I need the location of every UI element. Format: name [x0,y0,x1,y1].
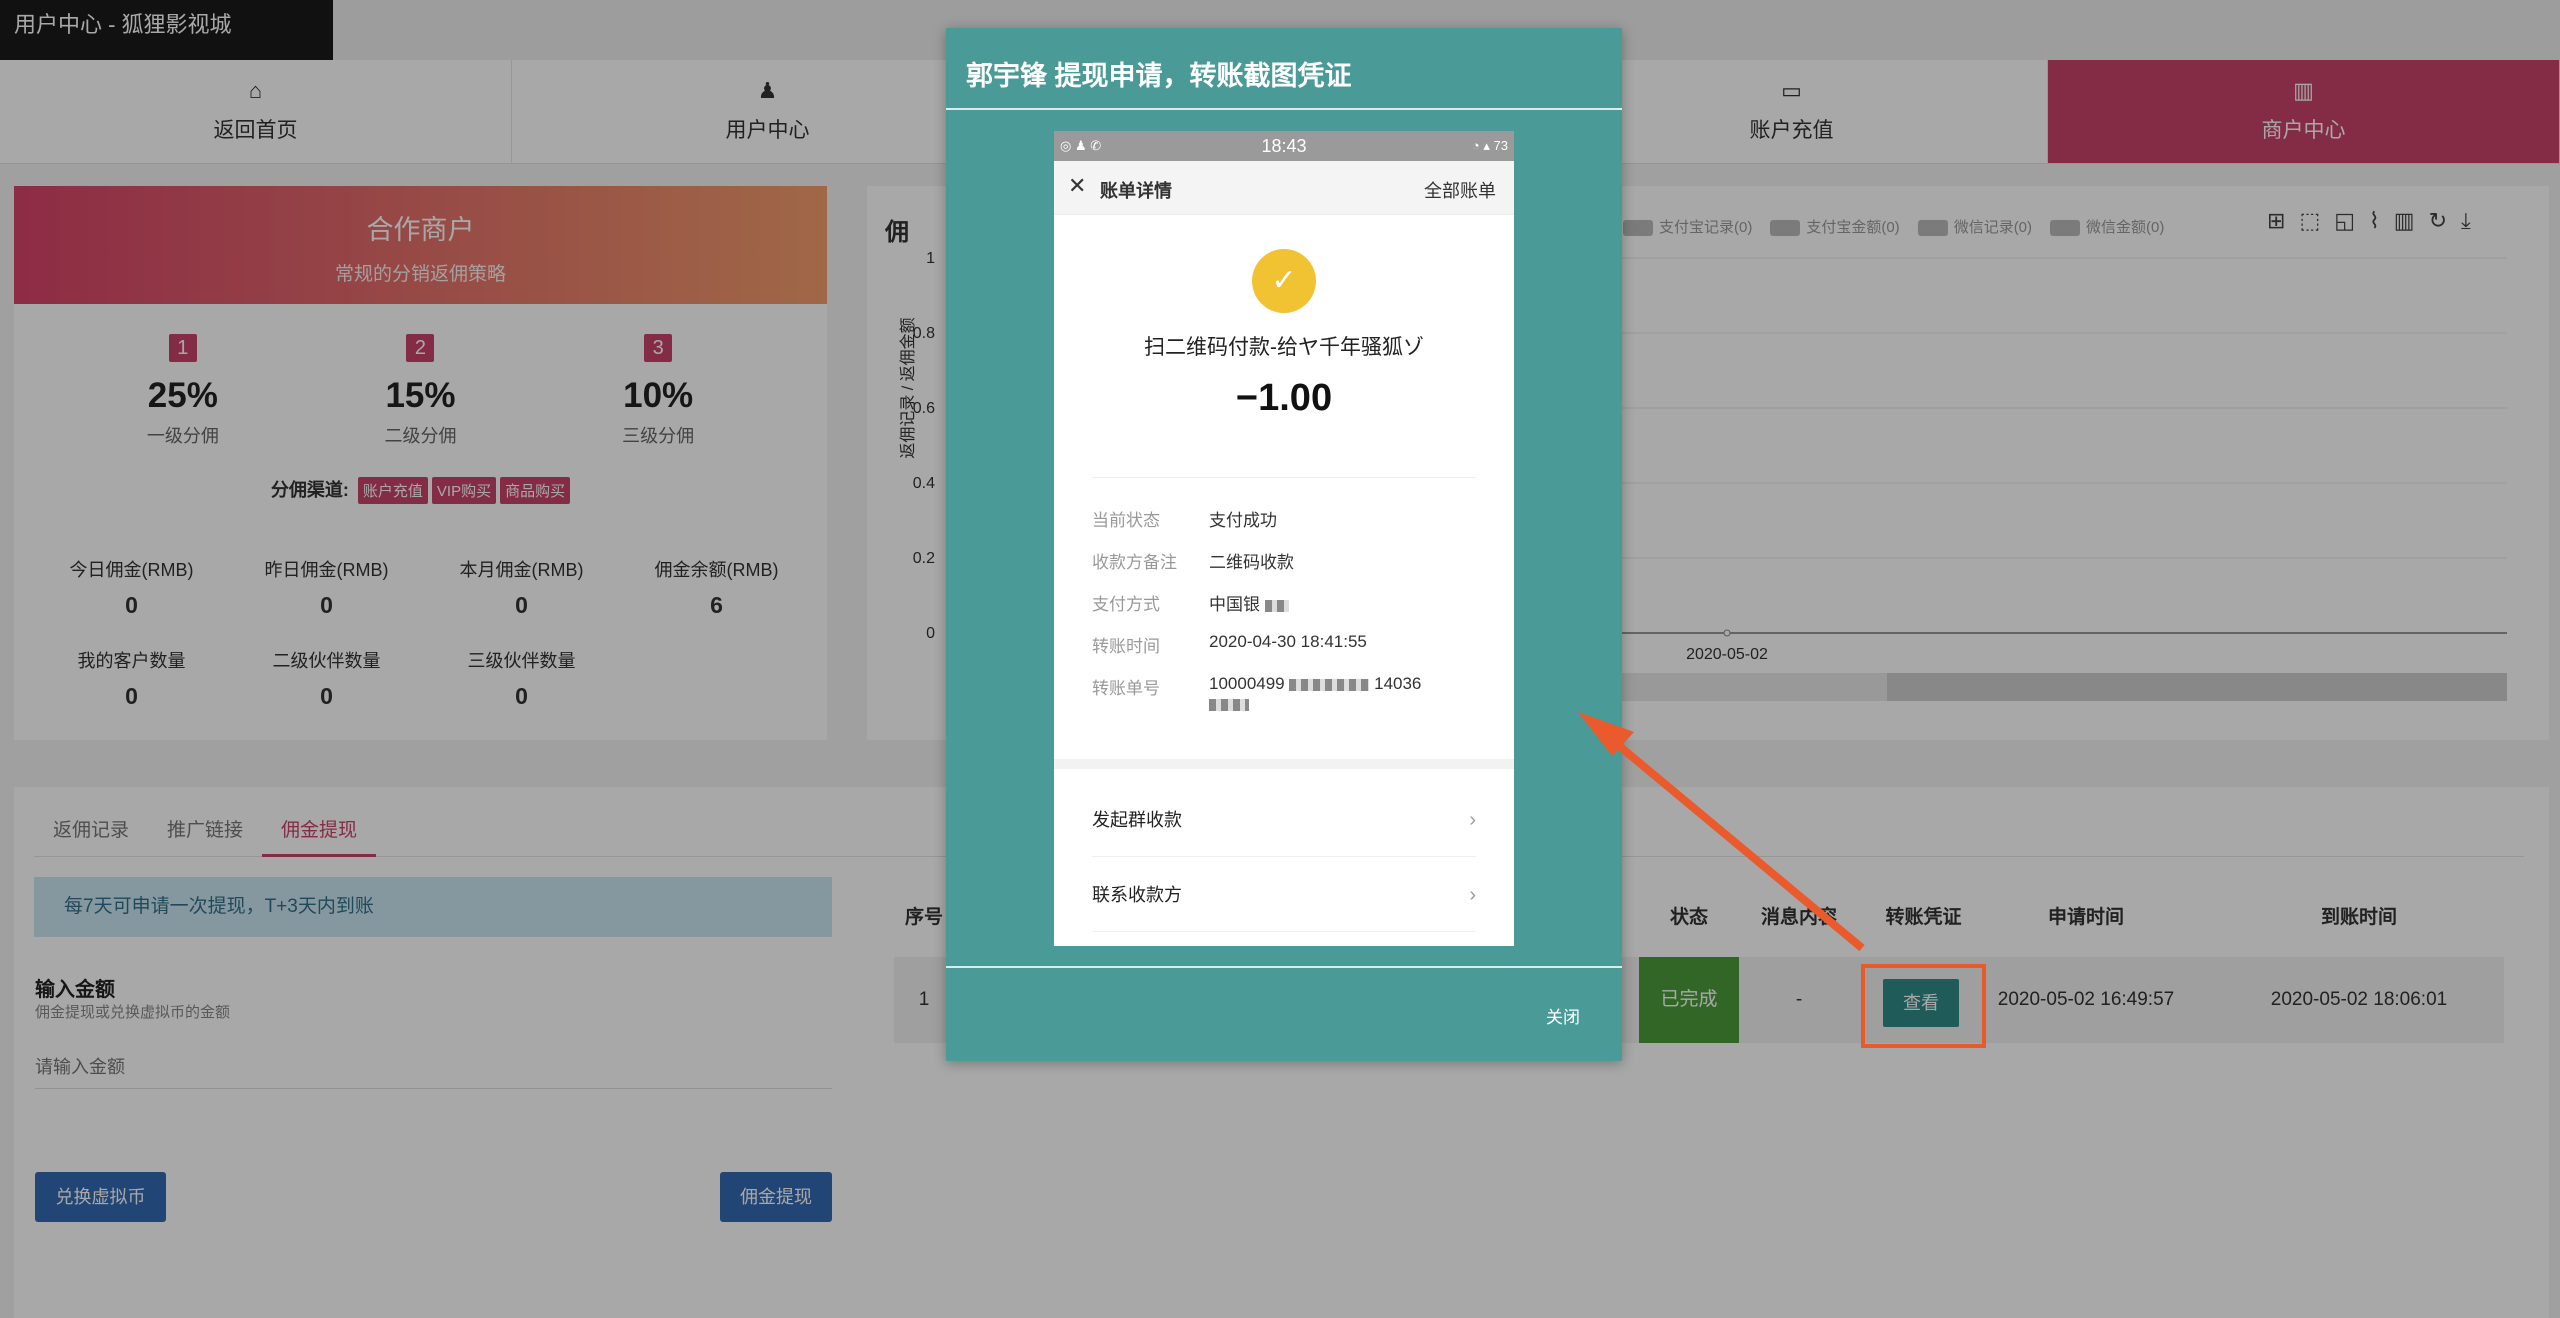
arrow-shaft [1597,726,1865,952]
annotation-arrow [1578,712,1865,952]
